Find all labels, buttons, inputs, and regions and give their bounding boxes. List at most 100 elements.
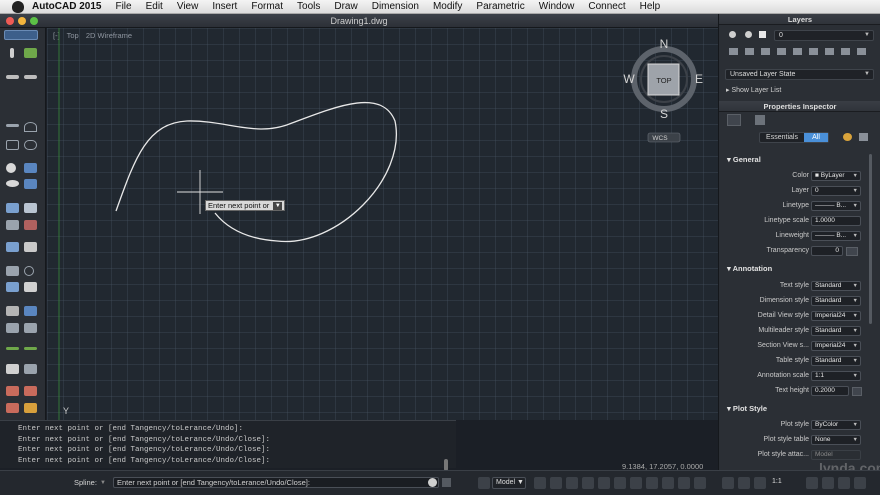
- compass-west[interactable]: W: [623, 72, 635, 86]
- model-space-dropdown[interactable]: Model ▼: [492, 477, 526, 489]
- chamfer-icon[interactable]: [24, 364, 37, 374]
- drawing-canvas[interactable]: [-] Top 2D Wireframe Y TOP N S E W WCS E…: [47, 28, 718, 420]
- pick-height-icon[interactable]: [852, 387, 862, 396]
- tab-essentials[interactable]: Essentials: [760, 133, 804, 142]
- line-icon[interactable]: [6, 124, 19, 127]
- layer-walk-icon[interactable]: [841, 48, 850, 55]
- move-icon[interactable]: [6, 266, 19, 276]
- layer-on-icon[interactable]: [729, 31, 736, 38]
- multileader-style-select[interactable]: Standard ▼: [811, 326, 861, 336]
- leader-icon[interactable]: [24, 386, 37, 396]
- layer-state-dropdown[interactable]: Unsaved Layer State ▼: [725, 69, 874, 80]
- fillet-icon[interactable]: [6, 364, 19, 374]
- section-general[interactable]: ▾ General: [727, 155, 761, 164]
- current-layer-dropdown[interactable]: 0 ▼: [774, 30, 874, 41]
- section-view-style-select[interactable]: Imperial24 ▼: [811, 341, 861, 351]
- layer-freeze-icon[interactable]: [745, 31, 752, 38]
- arc-icon[interactable]: [24, 122, 37, 132]
- rotate-icon[interactable]: [24, 266, 34, 276]
- circle-icon[interactable]: [6, 163, 16, 173]
- zoom-icon[interactable]: [30, 17, 38, 25]
- plot-style-select[interactable]: ByColor ▼: [811, 420, 861, 430]
- selection-cycling-icon[interactable]: [662, 477, 674, 489]
- dimension-style-select[interactable]: Standard ▼: [811, 296, 861, 306]
- command-input[interactable]: Enter next point or [end Tangency/toLera…: [113, 477, 439, 488]
- chevron-down-icon[interactable]: ▼: [273, 201, 283, 210]
- stretch-icon[interactable]: [24, 323, 37, 333]
- table-style-select[interactable]: Standard ▼: [811, 356, 861, 366]
- help-icon[interactable]: [428, 478, 437, 487]
- spline-curve[interactable]: [115, 101, 397, 243]
- color-select[interactable]: ■ ByLayer ▼: [811, 171, 861, 181]
- orbit-icon[interactable]: [738, 477, 750, 489]
- fullscreen-icon[interactable]: [854, 477, 866, 489]
- compass-south[interactable]: S: [660, 107, 668, 121]
- text-style-select[interactable]: Standard ▼: [811, 281, 861, 291]
- menu-file[interactable]: File: [115, 1, 131, 12]
- layer-color-icon[interactable]: [759, 31, 766, 38]
- plot-style-table-select[interactable]: None ▼: [811, 435, 861, 445]
- app-name[interactable]: AutoCAD 2015: [32, 1, 101, 12]
- dynamic-input-icon[interactable]: [694, 477, 706, 489]
- erase-icon[interactable]: [24, 242, 37, 252]
- select-objects-icon[interactable]: [859, 133, 868, 141]
- region-icon[interactable]: [6, 242, 19, 252]
- compass-east[interactable]: E: [695, 72, 703, 86]
- polar-icon[interactable]: [582, 477, 594, 489]
- menu-view[interactable]: View: [177, 1, 199, 12]
- mirror-icon[interactable]: [24, 282, 37, 292]
- osnap-icon[interactable]: [598, 477, 610, 489]
- rectangle-icon[interactable]: [24, 163, 37, 173]
- scale-icon[interactable]: [6, 306, 19, 316]
- compass-north[interactable]: N: [660, 37, 669, 51]
- menu-draw[interactable]: Draw: [334, 1, 357, 12]
- layer-lock-icon[interactable]: [809, 48, 818, 55]
- showmotion-icon[interactable]: [754, 477, 766, 489]
- grid-icon[interactable]: [550, 477, 562, 489]
- menu-dimension[interactable]: Dimension: [372, 1, 419, 12]
- text-height-input[interactable]: 0.2000: [811, 386, 849, 396]
- layer-isolate-icon[interactable]: [761, 48, 770, 55]
- apple-icon[interactable]: [12, 0, 24, 13]
- undo-icon[interactable]: [6, 75, 19, 79]
- hatch-icon[interactable]: [24, 179, 37, 189]
- annotation-scale-select[interactable]: 1:1 ▼: [811, 371, 861, 381]
- extend-icon[interactable]: [24, 347, 37, 350]
- menu-help[interactable]: Help: [640, 1, 661, 12]
- menu-insert[interactable]: Insert: [212, 1, 237, 12]
- section-annotation[interactable]: ▾ Annotation: [727, 264, 772, 273]
- array-icon[interactable]: [24, 306, 37, 316]
- menu-tools[interactable]: Tools: [297, 1, 320, 12]
- transparency-dropdown-icon[interactable]: [846, 247, 858, 256]
- pan-icon[interactable]: [722, 477, 734, 489]
- layer-match-icon[interactable]: [825, 48, 834, 55]
- transparency-input[interactable]: 0: [811, 246, 843, 256]
- lineweight-icon[interactable]: [630, 477, 642, 489]
- section-plot-style[interactable]: ▾ Plot Style: [727, 404, 767, 413]
- menu-modify[interactable]: Modify: [433, 1, 462, 12]
- detail-view-style-select[interactable]: Imperial24 ▼: [811, 311, 861, 321]
- otrack-icon[interactable]: [614, 477, 626, 489]
- quick-select-icon[interactable]: [843, 133, 852, 141]
- linear-dim-icon[interactable]: [6, 403, 19, 413]
- close-icon[interactable]: [6, 17, 14, 25]
- layer-select[interactable]: 0 ▼: [811, 186, 861, 196]
- redo-icon[interactable]: [24, 75, 37, 79]
- view-cube-face-label[interactable]: TOP: [656, 76, 671, 85]
- copy-icon[interactable]: [6, 282, 19, 292]
- ortho-icon[interactable]: [566, 477, 578, 489]
- properties-tab-icon[interactable]: [727, 114, 741, 126]
- wcs-label[interactable]: WCS: [652, 135, 668, 142]
- insert-icon[interactable]: [24, 203, 37, 213]
- minimize-icon[interactable]: [18, 17, 26, 25]
- ellipse-icon[interactable]: [6, 180, 19, 187]
- show-layer-list-toggle[interactable]: ▸ Show Layer List: [726, 86, 781, 94]
- dynamic-ucs-icon[interactable]: [678, 477, 690, 489]
- snap-icon[interactable]: [534, 477, 546, 489]
- linetype-scale-input[interactable]: 1.0000: [811, 216, 861, 226]
- select-icon[interactable]: [24, 48, 37, 58]
- workspace-icon[interactable]: [838, 477, 850, 489]
- lineweight-select[interactable]: ——— B... ▼: [811, 231, 861, 241]
- layer-freeze-tool-icon[interactable]: [793, 48, 802, 55]
- block-icon[interactable]: [6, 203, 19, 213]
